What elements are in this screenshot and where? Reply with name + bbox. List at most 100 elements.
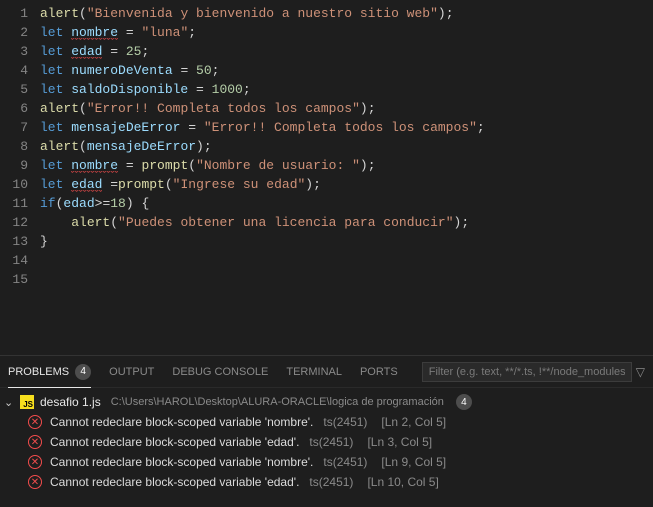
line-number: 8 (0, 137, 28, 156)
code-token: ) (360, 101, 368, 116)
code-line[interactable]: let nombre = "luna"; (40, 23, 653, 42)
code-token: ; (368, 158, 376, 173)
code-token: = (180, 120, 203, 135)
error-icon: ✕ (28, 455, 42, 469)
code-token: edad (71, 177, 102, 193)
line-number: 13 (0, 232, 28, 251)
code-token: let (40, 158, 71, 173)
tab-debug-console[interactable]: DEBUG CONSOLE (172, 356, 268, 387)
code-token: nombre (71, 25, 118, 41)
code-token: 50 (196, 63, 212, 78)
error-icon: ✕ (28, 415, 42, 429)
code-token: = (173, 63, 196, 78)
filter-funnel-icon[interactable]: ▽ (636, 365, 645, 379)
code-line[interactable]: let saldoDisponible = 1000; (40, 80, 653, 99)
code-token: edad (63, 196, 94, 211)
line-number: 12 (0, 213, 28, 232)
code-line[interactable]: if(edad>=18) { (40, 194, 653, 213)
problem-row[interactable]: ✕Cannot redeclare block-scoped variable … (0, 452, 653, 472)
problems-count-badge: 4 (75, 364, 91, 380)
code-token: 25 (126, 44, 142, 59)
problem-location: [Ln 3, Col 5] (367, 435, 432, 449)
line-number: 3 (0, 42, 28, 61)
problem-code: ts(2451) (309, 435, 353, 449)
code-token: ( (79, 139, 87, 154)
code-token: ; (446, 6, 454, 21)
code-token: numeroDeVenta (71, 63, 172, 78)
problem-location: [Ln 2, Col 5] (381, 415, 446, 429)
error-icon: ✕ (28, 435, 42, 449)
code-editor[interactable]: 123456789101112131415 alert("Bienvenida … (0, 0, 653, 355)
code-token: "Ingrese su edad" (173, 177, 306, 192)
code-area[interactable]: alert("Bienvenida y bienvenido a nuestro… (40, 4, 653, 355)
line-number: 4 (0, 61, 28, 80)
tab-problems-label: PROBLEMS (8, 366, 69, 378)
problem-message: Cannot redeclare block-scoped variable '… (50, 415, 313, 429)
problems-file-name: desafio 1.js (40, 395, 101, 409)
code-token: prompt (118, 177, 165, 192)
problem-row[interactable]: ✕ Cannot redeclare block-scoped variable … (0, 412, 653, 432)
code-line[interactable]: alert("Error!! Completa todos los campos… (40, 99, 653, 118)
code-token: saldoDisponible (71, 82, 188, 97)
code-token: = (118, 158, 141, 173)
code-token: = (102, 177, 118, 192)
problems-list[interactable]: ⌄ JS desafio 1.js C:\Users\HAROL\Desktop… (0, 388, 653, 507)
tab-terminal[interactable]: TERMINAL (286, 356, 342, 387)
tab-output[interactable]: OUTPUT (109, 356, 154, 387)
tab-ports[interactable]: PORTS (360, 356, 398, 387)
code-token: ; (243, 82, 251, 97)
line-number: 10 (0, 175, 28, 194)
code-token: = (188, 82, 211, 97)
code-line[interactable]: } (40, 232, 653, 251)
code-token: = (118, 25, 141, 40)
chevron-down-icon: ⌄ (4, 396, 14, 409)
code-token (40, 215, 71, 230)
problem-code: ts(2451) (323, 455, 367, 469)
code-token: ; (461, 215, 469, 230)
code-line[interactable]: alert("Puedes obtener una licencia para … (40, 213, 653, 232)
code-line[interactable]: let numeroDeVenta = 50; (40, 61, 653, 80)
code-line[interactable]: alert("Bienvenida y bienvenido a nuestro… (40, 4, 653, 23)
code-line[interactable]: alert(mensajeDeError); (40, 137, 653, 156)
code-token: = (102, 44, 125, 59)
code-token: "luna" (141, 25, 188, 40)
code-line[interactable]: let edad =prompt("Ingrese su edad"); (40, 175, 653, 194)
code-token: "Bienvenida y bienvenido a nuestro sitio… (87, 6, 438, 21)
code-line[interactable]: let edad = 25; (40, 42, 653, 61)
tab-problems[interactable]: PROBLEMS 4 (8, 357, 91, 388)
code-token: let (40, 25, 71, 40)
file-problem-count-badge: 4 (456, 394, 472, 410)
code-token: if (40, 196, 56, 211)
problems-filter-input[interactable] (422, 362, 632, 382)
code-token: ; (188, 25, 196, 40)
code-token: "Nombre de usuario: " (196, 158, 360, 173)
code-token: ; (204, 139, 212, 154)
code-token: "Error!! Completa todos los campos" (204, 120, 477, 135)
code-token: ) (196, 139, 204, 154)
code-token: ; (477, 120, 485, 135)
error-icon: ✕ (28, 475, 42, 489)
code-line[interactable] (40, 270, 653, 289)
problem-code: ts(2451) (323, 415, 367, 429)
problem-message: Cannot redeclare block-scoped variable '… (50, 435, 299, 449)
code-token: let (40, 120, 71, 135)
code-token: "Puedes obtener una licencia para conduc… (118, 215, 453, 230)
code-token: ( (79, 101, 87, 116)
code-token: ) (360, 158, 368, 173)
code-line[interactable]: let nombre = prompt("Nombre de usuario: … (40, 156, 653, 175)
code-token: nombre (71, 158, 118, 174)
code-token: 1000 (212, 82, 243, 97)
problem-row[interactable]: ✕Cannot redeclare block-scoped variable … (0, 472, 653, 492)
problem-row[interactable]: ✕ Cannot redeclare block-scoped variable … (0, 432, 653, 452)
problems-file-row[interactable]: ⌄ JS desafio 1.js C:\Users\HAROL\Desktop… (0, 392, 653, 412)
code-token: "Error!! Completa todos los campos" (87, 101, 360, 116)
code-token: ; (368, 101, 376, 116)
code-token: } (40, 234, 48, 249)
line-number: 9 (0, 156, 28, 175)
code-token: alert (40, 139, 79, 154)
line-number: 5 (0, 80, 28, 99)
code-line[interactable] (40, 251, 653, 270)
problems-file-path: C:\Users\HAROL\Desktop\ALURA-ORACLE\logi… (111, 396, 444, 408)
code-line[interactable]: let mensajeDeError = "Error!! Completa t… (40, 118, 653, 137)
problem-code: ts(2451) (309, 475, 353, 489)
